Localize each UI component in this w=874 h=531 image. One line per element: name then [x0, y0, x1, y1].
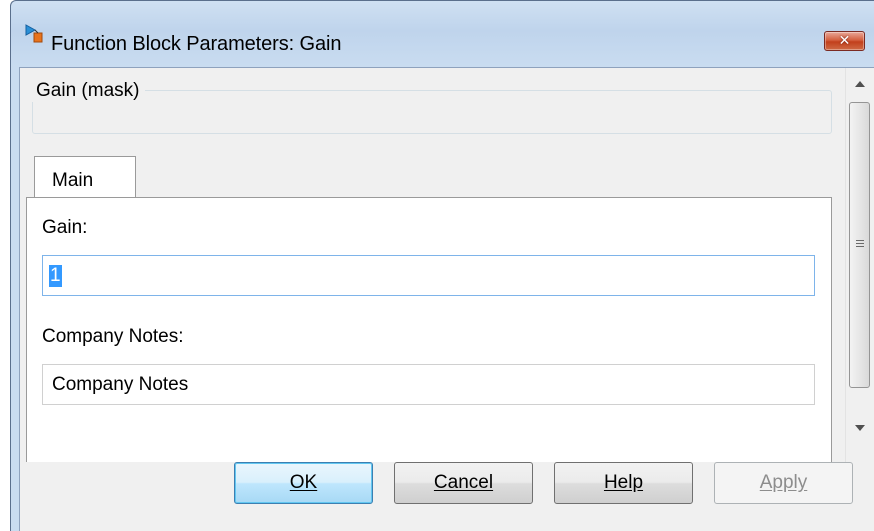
button-bar: OK Cancel Help Apply [20, 462, 874, 531]
thumb-grip-line [856, 240, 864, 241]
mask-group-box [32, 90, 832, 134]
cancel-button-label: Cancel [433, 472, 494, 493]
scroll-up-button[interactable] [846, 68, 874, 100]
company-notes-label: Company Notes: [42, 326, 184, 347]
thumb-grip-line [856, 246, 864, 247]
dialog-window: Function Block Parameters: Gain ✕ Gain (… [10, 0, 874, 531]
chevron-down-icon [855, 422, 865, 434]
close-icon: ✕ [838, 33, 851, 49]
company-notes-value: Company Notes [52, 374, 189, 395]
simulink-block-icon [25, 24, 47, 44]
cancel-button[interactable]: Cancel [394, 462, 533, 504]
scroll-down-button[interactable] [846, 412, 874, 444]
close-button[interactable]: ✕ [824, 31, 865, 51]
help-button[interactable]: Help [554, 462, 693, 504]
chevron-up-icon [855, 78, 865, 90]
mask-group-label: Gain (mask) [32, 80, 146, 102]
company-notes-input[interactable]: Company Notes [42, 364, 815, 405]
help-button-label: Help [603, 472, 644, 493]
dialog-client-area: Gain (mask) Main Gain: 1 Company Notes: … [19, 67, 874, 531]
apply-button[interactable]: Apply [714, 462, 853, 504]
tab-main-label: Main [52, 170, 94, 191]
gain-value: 1 [49, 265, 62, 287]
tab-main[interactable]: Main [34, 156, 136, 198]
scroll-thumb[interactable] [849, 102, 870, 388]
ok-button[interactable]: OK [234, 462, 373, 504]
title-bar[interactable]: Function Block Parameters: Gain ✕ [11, 1, 874, 55]
thumb-grip-line [856, 243, 864, 244]
gain-input[interactable]: 1 [42, 255, 815, 296]
vertical-scrollbar[interactable] [845, 68, 874, 478]
apply-button-label: Apply [759, 472, 808, 493]
gain-label: Gain: [42, 217, 88, 238]
ok-button-label: OK [289, 472, 318, 493]
window-title: Function Block Parameters: Gain [51, 33, 342, 55]
